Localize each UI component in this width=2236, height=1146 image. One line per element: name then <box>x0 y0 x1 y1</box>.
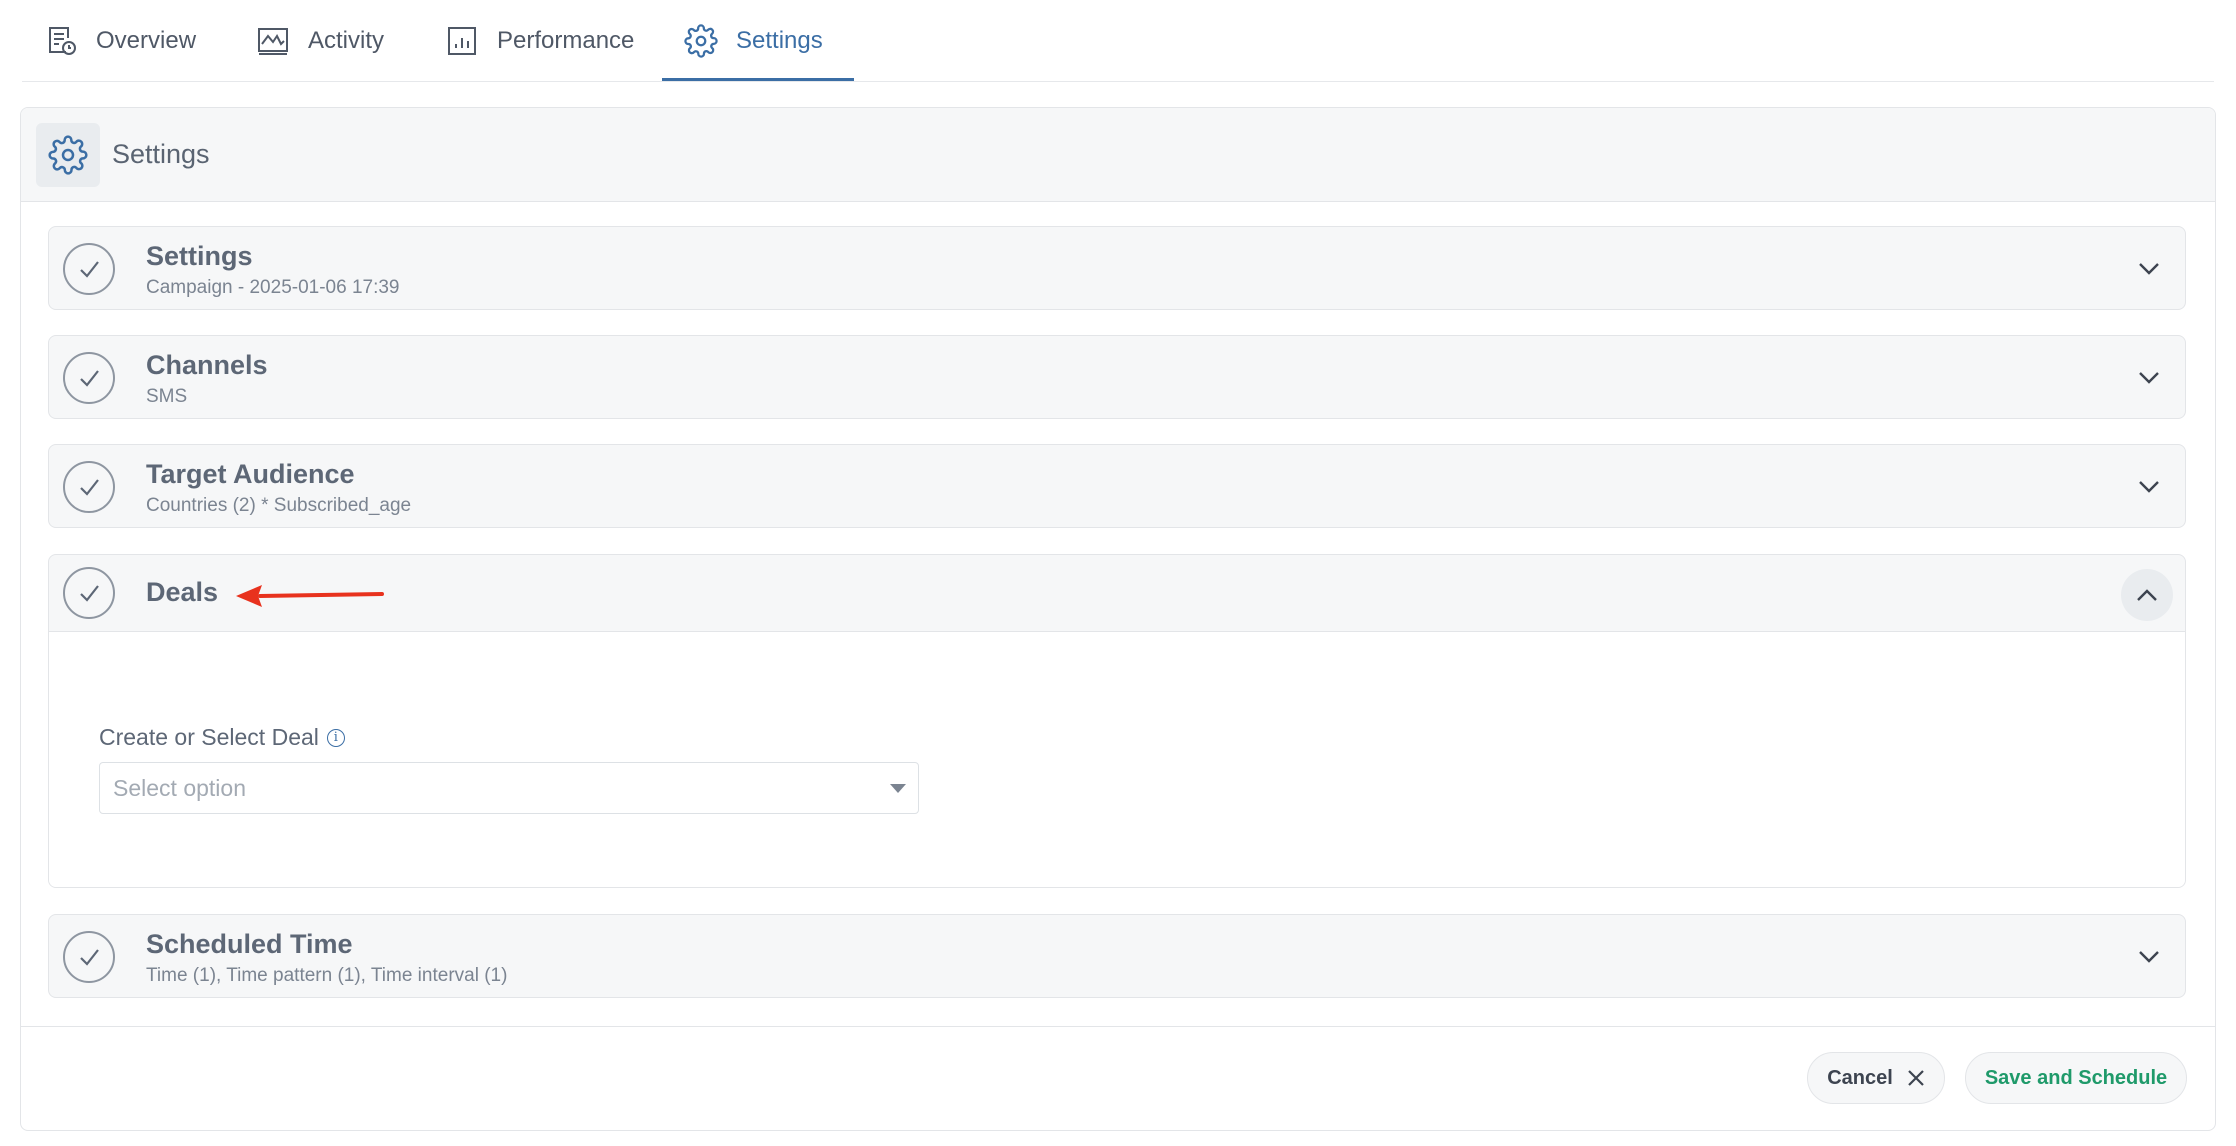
tab-activity-label: Activity <box>308 27 385 54</box>
tab-performance[interactable]: Performance <box>445 0 634 82</box>
caret-down-icon <box>890 784 906 793</box>
cancel-button-label: Cancel <box>1827 1066 1893 1089</box>
chevron-up-icon[interactable] <box>2121 569 2173 621</box>
chevron-down-icon[interactable] <box>2127 247 2171 291</box>
report-icon <box>49 27 76 55</box>
panel-header: Settings <box>21 108 2215 202</box>
active-tab-indicator <box>662 78 854 81</box>
section-title: Scheduled Time <box>146 929 353 959</box>
chart-icon <box>448 27 476 55</box>
section-scheduled-time: Scheduled Time Time (1), Time pattern (1… <box>48 914 2186 998</box>
activity-icon <box>258 28 288 55</box>
tab-overview[interactable]: Overview <box>44 0 196 82</box>
info-icon[interactable]: i <box>326 728 345 747</box>
section-channels: Channels SMS <box>48 335 2186 419</box>
section-channels-header[interactable]: Channels SMS <box>49 336 2185 418</box>
panel-title: Settings <box>112 139 210 169</box>
section-title: Target Audience <box>146 459 355 489</box>
section-subtitle: SMS <box>146 386 188 407</box>
section-target-audience: Target Audience Countries (2) * Subscrib… <box>48 444 2186 528</box>
tab-bar: Overview Activity Performance Settings <box>22 0 2214 82</box>
section-scheduled-time-header[interactable]: Scheduled Time Time (1), Time pattern (1… <box>49 915 2185 997</box>
tab-performance-label: Performance <box>497 27 635 54</box>
section-title: Channels <box>146 350 268 380</box>
section-title: Settings <box>146 241 253 271</box>
section-deals-body: Create or Select Deal i Select option <box>49 631 2185 887</box>
annotation-arrow-icon <box>236 585 384 607</box>
check-circle-icon <box>63 461 115 513</box>
deal-select[interactable]: Select option <box>99 762 919 814</box>
cancel-button[interactable]: Cancel <box>1807 1052 1945 1104</box>
section-subtitle: Time (1), Time pattern (1), Time interva… <box>146 965 508 986</box>
check-circle-icon <box>63 243 115 295</box>
footer-divider <box>21 1026 2215 1027</box>
section-subtitle: Countries (2) * Subscribed_age <box>146 495 412 516</box>
tab-settings[interactable]: Settings <box>684 0 823 82</box>
section-title: Deals <box>146 577 219 607</box>
section-settings: Settings Campaign - 2025-01-06 17:39 <box>48 226 2186 310</box>
chevron-down-icon[interactable] <box>2127 935 2171 979</box>
close-icon <box>1908 1070 1924 1086</box>
section-settings-header[interactable]: Settings Campaign - 2025-01-06 17:39 <box>49 227 2185 309</box>
check-circle-icon <box>63 567 115 619</box>
tab-settings-label: Settings <box>736 27 823 54</box>
check-circle-icon <box>63 352 115 404</box>
check-circle-icon <box>63 931 115 983</box>
section-subtitle: Campaign - 2025-01-06 17:39 <box>146 277 400 298</box>
save-and-schedule-button[interactable]: Save and Schedule <box>1965 1052 2187 1104</box>
deal-field-label-text: Create or Select Deal <box>99 724 319 750</box>
chevron-down-icon[interactable] <box>2127 465 2171 509</box>
tab-overview-label: Overview <box>96 27 197 54</box>
deal-select-placeholder: Select option <box>113 775 246 801</box>
settings-panel: Settings Settings Campaign - 2025-01-06 … <box>20 107 2216 1131</box>
section-target-audience-header[interactable]: Target Audience Countries (2) * Subscrib… <box>49 445 2185 527</box>
gear-icon <box>48 135 88 175</box>
chevron-down-icon[interactable] <box>2127 356 2171 400</box>
gear-icon <box>684 24 718 58</box>
save-button-label: Save and Schedule <box>1984 1066 2168 1089</box>
tab-activity[interactable]: Activity <box>256 0 384 82</box>
panel-icon-box <box>36 123 100 187</box>
deal-field-label: Create or Select Deal i <box>99 724 345 751</box>
